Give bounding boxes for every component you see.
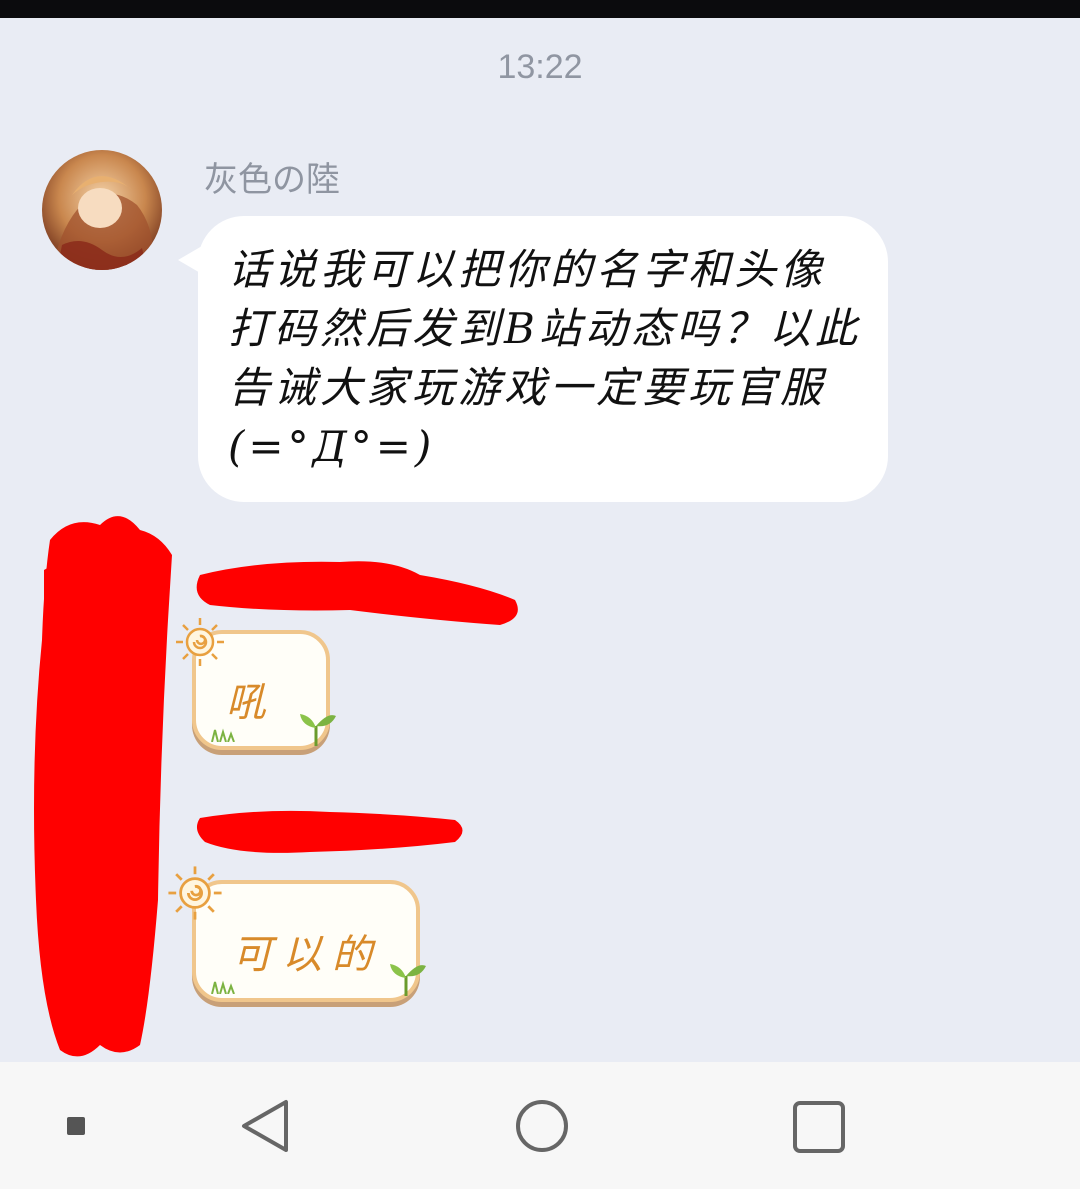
- message-text: 吼: [226, 680, 276, 726]
- redaction-scribble: [34, 516, 518, 1057]
- message-timestamp: 13:22: [497, 48, 583, 86]
- status-bar-strip: [0, 0, 1080, 18]
- sun-icon: [168, 866, 222, 920]
- sprout-icon: [390, 964, 426, 996]
- back-triangle-icon[interactable]: [238, 1098, 292, 1154]
- sender-name: 灰色の陸: [204, 160, 340, 200]
- avatar[interactable]: [42, 150, 162, 270]
- home-circle-icon[interactable]: [514, 1098, 570, 1154]
- sticker-bubble[interactable]: 可以的: [192, 880, 426, 1002]
- grass-icon: [211, 980, 235, 994]
- message-text: 可以的: [232, 932, 382, 978]
- grass-icon: [211, 728, 235, 742]
- message-text: 话说我可以把你的名字和头像打码然后发到B站动态吗？以此告诫大家玩游戏一定要玩官服…: [228, 245, 861, 471]
- recents-square-icon[interactable]: [792, 1100, 846, 1154]
- navigation-bar: [0, 1062, 1080, 1189]
- message-bubble[interactable]: 话说我可以把你的名字和头像打码然后发到B站动态吗？以此告诫大家玩游戏一定要玩官服…: [198, 216, 888, 502]
- small-square-icon[interactable]: [66, 1116, 86, 1136]
- sun-icon: [176, 618, 224, 666]
- sprout-icon: [300, 714, 336, 746]
